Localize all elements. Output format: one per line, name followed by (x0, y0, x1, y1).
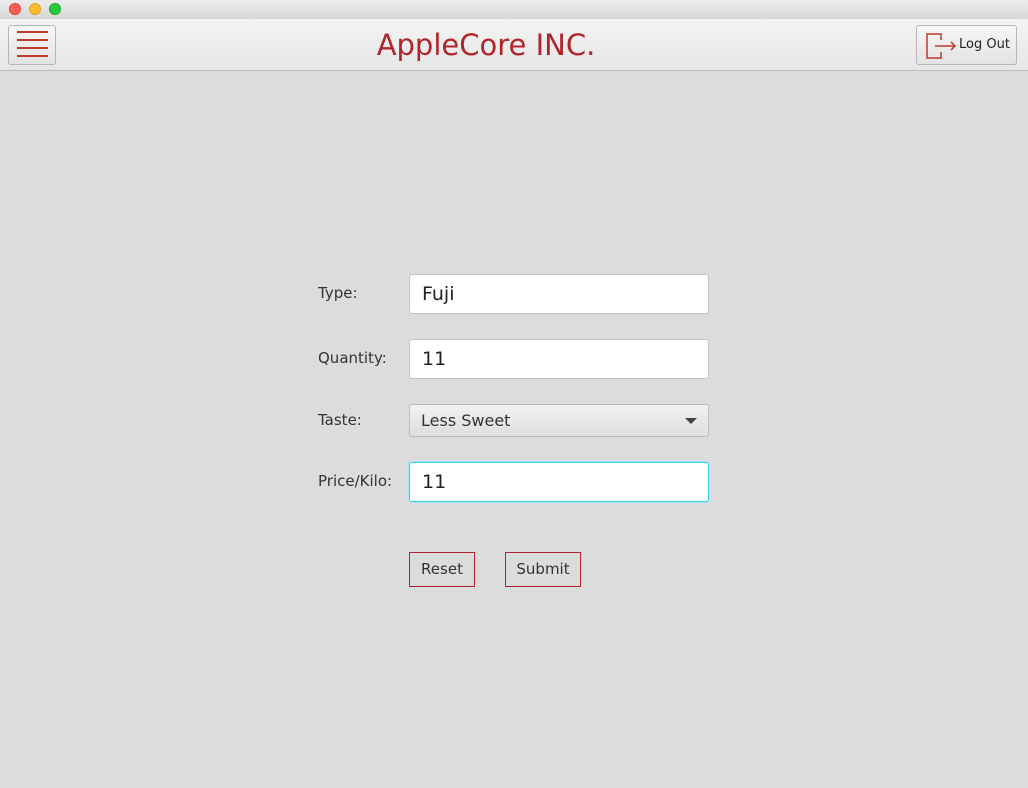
app-header: AppleCore INC. Log Out (0, 19, 1028, 71)
app-window: AppleCore INC. Log Out Type: Quantity: T… (0, 0, 1028, 788)
logout-icon (926, 33, 957, 59)
logout-button[interactable]: Log Out (916, 25, 1017, 65)
quantity-label: Quantity: (318, 349, 387, 367)
app-title: AppleCore INC. (376, 28, 596, 62)
submit-button[interactable]: Submit (505, 552, 581, 587)
taste-selected-value: Less Sweet (421, 411, 511, 430)
price-label: Price/Kilo: (318, 472, 393, 490)
taste-select[interactable]: Less Sweet (409, 404, 709, 437)
window-close-icon[interactable] (9, 3, 21, 15)
chevron-down-icon (685, 418, 697, 424)
quantity-input[interactable] (409, 339, 709, 379)
window-titlebar (0, 0, 1028, 19)
taste-label: Taste: (318, 411, 362, 429)
price-input[interactable] (409, 462, 709, 502)
window-maximize-icon[interactable] (49, 3, 61, 15)
window-minimize-icon[interactable] (29, 3, 41, 15)
type-label: Type: (318, 284, 358, 302)
type-input[interactable] (409, 274, 709, 314)
logout-label: Log Out (959, 37, 1010, 52)
reset-button[interactable]: Reset (409, 552, 475, 587)
